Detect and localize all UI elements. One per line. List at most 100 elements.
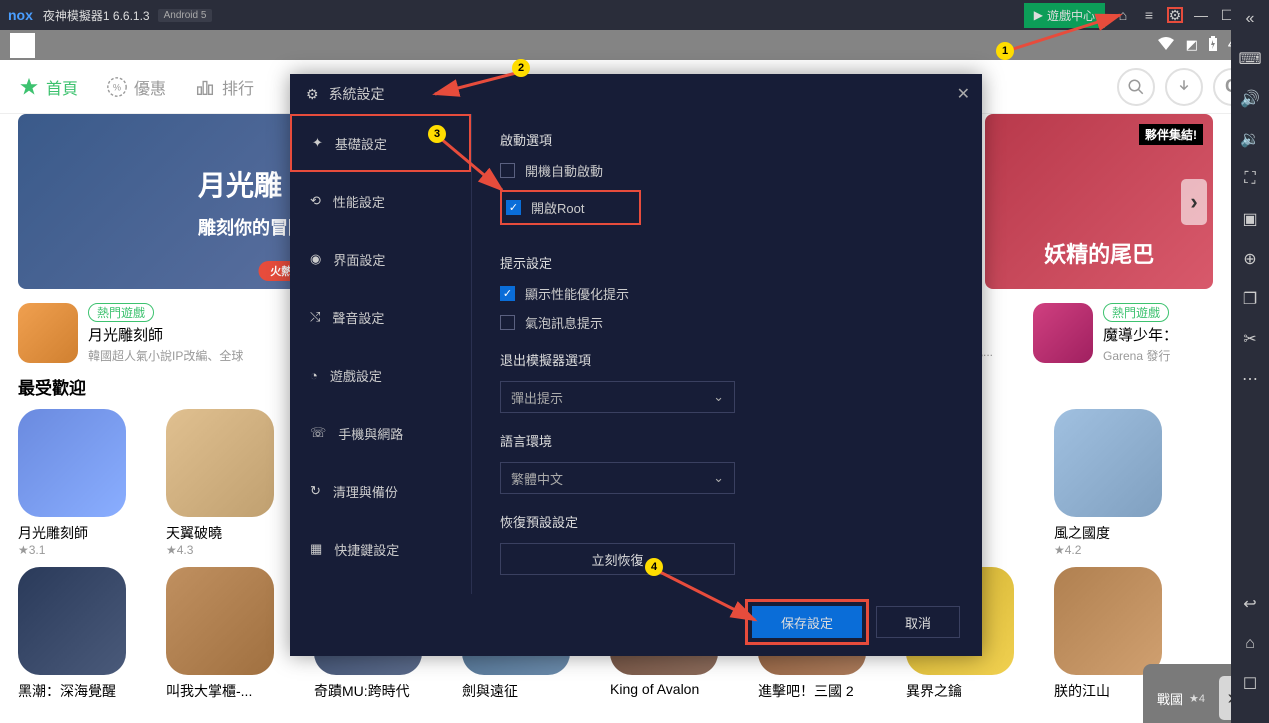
- game-center-button[interactable]: ▶ 遊戲中心: [1024, 3, 1105, 28]
- sidebar-item-basic[interactable]: ✦基礎設定: [290, 114, 471, 172]
- star-icon: [18, 76, 40, 98]
- game-desc: Garena 發行: [1103, 347, 1213, 364]
- fullscreen-icon[interactable]: ⛶: [1239, 168, 1261, 190]
- pulse-icon: ⟲: [310, 193, 321, 209]
- game-center-label: 遊戲中心: [1047, 7, 1095, 24]
- app-name: 叫我大掌櫃-...: [166, 681, 296, 701]
- featured-item-3[interactable]: 熱門遊戲 魔導少年： Garena 發行: [1033, 303, 1213, 364]
- tab-rank[interactable]: 排行: [194, 75, 254, 99]
- modal-close-icon[interactable]: ✕: [957, 84, 970, 104]
- settings-sidebar: ✦基礎設定 ⟲性能設定 ◉界面設定 ⤭聲音設定 ◔ 遊戲設定 ☏手機與網路 ↻ 清理…: [290, 114, 472, 594]
- search-button[interactable]: [1117, 68, 1155, 106]
- sidebar-item-clean[interactable]: ↻ 清理與備份: [290, 462, 471, 520]
- sidebar-item-game[interactable]: ◔ 遊戲設定: [290, 346, 471, 404]
- window-title: 夜神模擬器1 6.6.1.3: [43, 7, 150, 24]
- lang-select[interactable]: 繁體中文⌄: [500, 462, 735, 494]
- checkbox-icon: ✓: [500, 286, 515, 301]
- scroll-pill-label: 戰國: [1157, 689, 1183, 708]
- exit-heading: 退出模擬器選項: [500, 350, 954, 369]
- game-name: 魔導少年：: [1103, 324, 1213, 345]
- banner-3[interactable]: 夥伴集結! 妖精的尾巴 ›: [985, 114, 1213, 289]
- game-thumb: [18, 303, 78, 363]
- game-thumb: [1033, 303, 1093, 363]
- app-item[interactable]: 黑潮：深海覺醒: [18, 567, 148, 701]
- checkbox-bubble-tip[interactable]: 氣泡訊息提示: [500, 313, 954, 332]
- checkbox-label: 氣泡訊息提示: [525, 313, 603, 332]
- banner-next-icon[interactable]: ›: [1181, 179, 1207, 225]
- home-outline-icon[interactable]: ⌂: [1115, 7, 1131, 23]
- menu-icon[interactable]: ≡: [1141, 7, 1157, 23]
- multi-instance-icon[interactable]: ❐: [1239, 288, 1261, 310]
- app-icon: [1054, 567, 1162, 675]
- volume-down-icon[interactable]: 🔉: [1239, 128, 1261, 150]
- more-icon[interactable]: ⋯: [1239, 368, 1261, 390]
- app-rating: ★4.3: [166, 543, 296, 557]
- svg-text:%: %: [113, 82, 121, 92]
- annotation-2: 2: [512, 59, 530, 77]
- hot-tag: 熱門遊戲: [88, 303, 154, 322]
- record-icon[interactable]: ⊕: [1239, 248, 1261, 270]
- sidebar-item-ui[interactable]: ◉界面設定: [290, 230, 471, 288]
- settings-gear-icon[interactable]: ⚙: [1167, 7, 1183, 23]
- app-item[interactable]: 叫我大掌櫃-...: [166, 567, 296, 701]
- modal-title: 系統設定: [329, 84, 385, 104]
- screenshot-tool-icon[interactable]: ▣: [1239, 208, 1261, 230]
- app-item[interactable]: 月光雕刻師★3.1: [18, 409, 148, 557]
- eye-icon: ◉: [310, 251, 321, 267]
- select-value: 彈出提示: [511, 388, 563, 407]
- tools-sidebar: « ⌨ 🔊 🔉 ⛶ ▣ ⊕ ❐ ✂ ⋯ ↩ ⌂ ☐: [1231, 0, 1269, 723]
- app-item[interactable]: 風之國度★4.2: [1054, 409, 1184, 557]
- sidebar-item-label: 手機與網路: [338, 424, 403, 443]
- android-tag: Android 5: [158, 9, 213, 22]
- sidebar-item-phone[interactable]: ☏手機與網路: [290, 404, 471, 462]
- keyboard-icon[interactable]: ⌨: [1239, 48, 1261, 70]
- minimize-icon[interactable]: —: [1193, 7, 1209, 23]
- sidebar-item-label: 遊戲設定: [330, 366, 382, 385]
- percent-icon: %: [106, 76, 128, 98]
- checkbox-autostart[interactable]: 開機自動啟動: [500, 161, 954, 180]
- exit-select[interactable]: 彈出提示⌄: [500, 381, 735, 413]
- reset-button[interactable]: 立刻恢復: [500, 543, 735, 575]
- save-button[interactable]: 保存設定: [752, 606, 862, 638]
- checkbox-label: 開啟Root: [531, 198, 584, 217]
- app-name: 風之國度: [1054, 523, 1184, 543]
- cancel-button[interactable]: 取消: [876, 606, 960, 638]
- app-icon: [166, 567, 274, 675]
- download-button[interactable]: [1165, 68, 1203, 106]
- home-nav-icon[interactable]: ⌂: [1239, 633, 1261, 655]
- app-icon: [1054, 409, 1162, 517]
- sidebar-item-sound[interactable]: ⤭聲音設定: [290, 288, 471, 346]
- sidebar-item-label: 清理與備份: [333, 482, 398, 501]
- app-name: 黑潮：深海覺醒: [18, 681, 148, 701]
- chart-icon: [194, 76, 216, 98]
- scroll-pill-rating: ★4: [1189, 692, 1205, 705]
- search-icon: [1127, 78, 1145, 96]
- app-item[interactable]: 天翼破曉★4.3: [166, 409, 296, 557]
- tab-deals[interactable]: % 優惠: [106, 75, 166, 99]
- tab-home[interactable]: 首頁: [18, 75, 78, 99]
- back-icon[interactable]: ↩: [1239, 593, 1261, 615]
- checkbox-label: 開機自動啟動: [525, 161, 603, 180]
- annotation-1: 1: [996, 42, 1014, 60]
- settings-main: 啟動選項 開機自動啟動 ✓開啟Root 提示設定 ✓顯示性能優化提示 氣泡訊息提…: [472, 114, 982, 594]
- checkbox-root[interactable]: ✓開啟Root: [500, 190, 641, 225]
- volume-up-icon[interactable]: 🔊: [1239, 88, 1261, 110]
- chevron-right-icon[interactable]: ›: [1219, 676, 1231, 720]
- collapse-icon[interactable]: «: [1239, 8, 1261, 30]
- clock-icon: ↻: [310, 483, 321, 499]
- sound-icon: ⤭: [310, 309, 320, 325]
- app-name: 劍與遠征: [462, 681, 592, 701]
- banner-3-text: 妖精的尾巴: [1044, 237, 1154, 269]
- checkbox-perf-tip[interactable]: ✓顯示性能優化提示: [500, 284, 954, 303]
- recent-icon[interactable]: ☐: [1239, 673, 1261, 695]
- keyboard-small-icon: ▦: [310, 541, 322, 557]
- checkbox-icon: [500, 315, 515, 330]
- app-name: 天翼破曉: [166, 523, 296, 543]
- app-name: 月光雕刻師: [18, 523, 148, 543]
- gamepad-icon: ◔: [310, 368, 318, 383]
- reset-heading: 恢復預設設定: [500, 512, 954, 531]
- sidebar-item-shortcut[interactable]: ▦快捷鍵設定: [290, 520, 471, 578]
- scroll-pill[interactable]: 戰國 ★4 ›: [1143, 664, 1231, 723]
- sidebar-item-perf[interactable]: ⟲性能設定: [290, 172, 471, 230]
- scissors-icon[interactable]: ✂: [1239, 328, 1261, 350]
